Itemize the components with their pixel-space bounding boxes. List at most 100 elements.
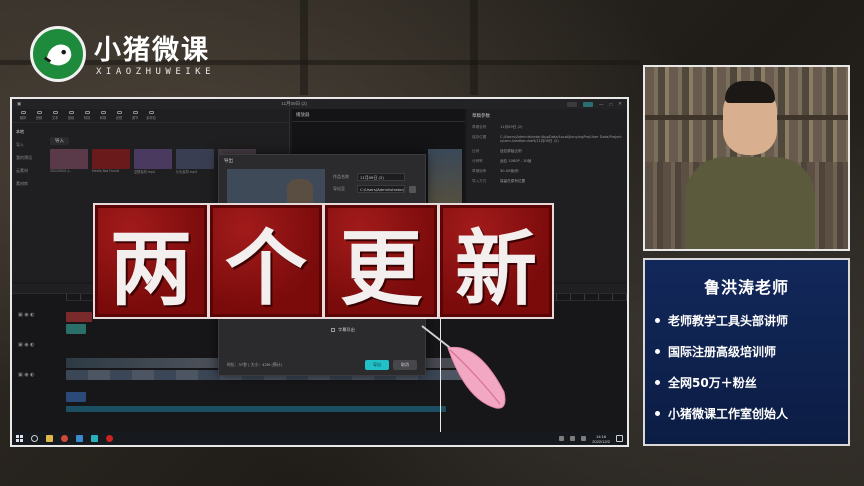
title-bar: ▣ 11月09日 (2) — □ ✕ xyxy=(12,99,627,109)
windows-start-icon[interactable] xyxy=(16,435,23,442)
thumbnail-image xyxy=(176,149,214,169)
tool-tab[interactable]: 调节 xyxy=(130,111,140,120)
export-info: 时长：37秒 | 大小：42M (预计) xyxy=(227,362,282,367)
name-field-row: 作品名称 11月09日 (2) xyxy=(333,173,405,181)
media-thumbnail[interactable]: 20220920-1.. xyxy=(50,149,88,174)
prop-row: 比例 适应原始比例 xyxy=(472,149,622,154)
prop-value: 适应 1080P - 30帧 xyxy=(500,159,532,163)
record-icon[interactable] xyxy=(106,435,113,442)
search-icon[interactable] xyxy=(31,435,38,442)
minimize-icon[interactable]: — xyxy=(599,102,604,107)
logo-subtitle: XIAOZHUWEIKE xyxy=(96,67,216,77)
track-controls[interactable]: ▣ ◉ ◐ xyxy=(18,342,35,348)
timeline-clip[interactable] xyxy=(66,392,86,402)
name-input[interactable]: 11月09日 (2) xyxy=(357,173,405,181)
tool-tab[interactable]: 转场 xyxy=(98,111,108,120)
tray-icon[interactable] xyxy=(559,436,565,441)
prop-value: 11月09日 (2) xyxy=(500,125,523,129)
volume-icon[interactable] xyxy=(581,436,587,441)
file-explorer-icon[interactable] xyxy=(46,435,53,442)
chrome-icon[interactable] xyxy=(61,435,68,442)
prop-key: 草稿名称 xyxy=(472,125,487,129)
network-icon[interactable] xyxy=(570,436,576,441)
tool-tab[interactable]: 文本 xyxy=(50,111,60,120)
tool-tab[interactable]: 素材包 xyxy=(146,111,156,120)
folder-icon[interactable] xyxy=(409,185,416,193)
tool-tab[interactable]: 音频 xyxy=(34,111,44,120)
shelf-decor xyxy=(300,0,308,95)
prop-key: 保存位置 xyxy=(472,135,487,139)
tool-tab-icon xyxy=(148,111,154,114)
thumbnail-label: 20220920-1.. xyxy=(50,169,72,173)
thumbnail-image xyxy=(134,149,172,169)
notification-icon[interactable] xyxy=(616,435,623,442)
sidebar-item[interactable]: 导入 xyxy=(16,142,44,155)
thumbnail-image xyxy=(50,149,88,169)
pig-logo-icon xyxy=(30,26,86,82)
prop-key: 导入方式 xyxy=(472,179,487,183)
teacher-credentials: 老师教学工具头部讲师 国际注册高级培训师 全网50万＋粉丝 小猪微课工作室创始人 xyxy=(655,312,838,422)
subtitle-export-label: 字幕导出 xyxy=(338,327,355,332)
props-list: 草稿名称 11月09日 (2) 保存位置 C:/Users/Administrator… xyxy=(472,125,622,184)
prop-key: 比例 xyxy=(472,149,480,153)
tool-tab[interactable]: 滤镜 xyxy=(114,111,124,120)
tool-tab[interactable]: 媒体 xyxy=(18,111,28,120)
maximize-icon[interactable]: □ xyxy=(610,102,613,107)
import-button[interactable]: 导入 xyxy=(50,137,69,145)
checkbox-icon[interactable] xyxy=(331,328,335,332)
thumbnail-label: Media Not Found xyxy=(92,169,119,173)
timeline-clip[interactable] xyxy=(66,324,86,334)
prop-row: 保存位置 C:/Users/Administrator/AppData/Local… xyxy=(472,135,622,144)
tool-tab-icon xyxy=(20,111,26,114)
credential-item: 老师教学工具头部讲师 xyxy=(655,312,838,329)
sidebar-item[interactable]: 本地 xyxy=(16,129,44,142)
subtitle-export-option[interactable]: 字幕导出 xyxy=(331,327,355,333)
close-icon[interactable]: ✕ xyxy=(618,101,622,107)
media-thumbnail[interactable]: 片头素材.mp4 xyxy=(176,149,214,174)
tool-tabs: 媒体 音频 文本 贴纸 特效 转场 滤镜 调节 素材包 xyxy=(12,109,289,123)
media-thumbnail[interactable]: Media Not Found xyxy=(92,149,130,174)
name-label: 作品名称 xyxy=(333,174,349,179)
tool-tab-icon xyxy=(116,111,122,114)
tool-tab[interactable]: 贴纸 xyxy=(66,111,76,120)
app-icon[interactable] xyxy=(91,435,98,442)
track-controls[interactable]: ▣ ◉ ◐ xyxy=(18,312,35,318)
sidebar-item[interactable]: 我的预设 xyxy=(16,155,44,168)
teacher-info-card: 鲁洪涛老师 老师教学工具头部讲师 国际注册高级培训师 全网50万＋粉丝 小猪微课… xyxy=(643,258,850,446)
prop-row: 草稿帧率 30.00帧/秒 xyxy=(472,169,622,174)
app-icon[interactable] xyxy=(76,435,83,442)
media-thumbnail[interactable]: 空镜素材.mp4 xyxy=(134,149,172,174)
timeline-clip[interactable] xyxy=(66,312,92,322)
prop-value: 保留在原有位置 xyxy=(500,179,526,183)
dialog-footer: 时长：37秒 | 大小：42M (预计) 导出 取消 xyxy=(227,360,417,370)
tool-tab-label: 素材包 xyxy=(146,116,156,120)
player-viewport xyxy=(428,149,462,209)
sidebar-item[interactable]: 素材库 xyxy=(16,181,44,194)
tool-tab-label: 贴纸 xyxy=(67,116,75,120)
track-controls[interactable]: ▣ ◉ ◐ xyxy=(18,372,35,378)
export-button[interactable]: 导出 xyxy=(365,360,389,370)
brand-logo: 小猪微课 XIAOZHUWEIKE xyxy=(30,22,240,84)
props-title: 草稿参数 xyxy=(472,114,490,119)
clock[interactable]: 14:16 2022/12/2 xyxy=(592,434,610,444)
credential-item: 小猪微课工作室创始人 xyxy=(655,405,838,422)
prop-value: 30.00帧/秒 xyxy=(500,169,519,173)
path-input[interactable]: C:/Users/Administrator/... xyxy=(357,185,405,193)
cancel-button[interactable]: 取消 xyxy=(393,360,417,370)
tool-tab-icon xyxy=(84,111,90,114)
tool-tab-icon xyxy=(36,111,42,114)
export-top-button[interactable] xyxy=(583,101,593,107)
path-field-row: 导出至 C:/Users/Administrator/... xyxy=(333,185,416,193)
tool-tab-label: 转场 xyxy=(99,116,107,120)
teacher-name: 鲁洪涛老师 xyxy=(703,278,789,297)
tool-tab-label: 滤镜 xyxy=(115,116,123,120)
tool-tab-label: 文本 xyxy=(51,116,59,120)
headline-char: 两 xyxy=(93,203,209,319)
tool-tab[interactable]: 特效 xyxy=(82,111,92,120)
tool-tab-icon xyxy=(52,111,58,114)
shortcut-button[interactable] xyxy=(567,101,577,107)
audio-clip[interactable] xyxy=(66,406,446,412)
prop-row: 分辨率 适应 1080P - 30帧 xyxy=(472,159,622,164)
windows-taskbar: 14:16 2022/12/2 xyxy=(12,432,627,445)
sidebar-item[interactable]: 云素材 xyxy=(16,168,44,181)
